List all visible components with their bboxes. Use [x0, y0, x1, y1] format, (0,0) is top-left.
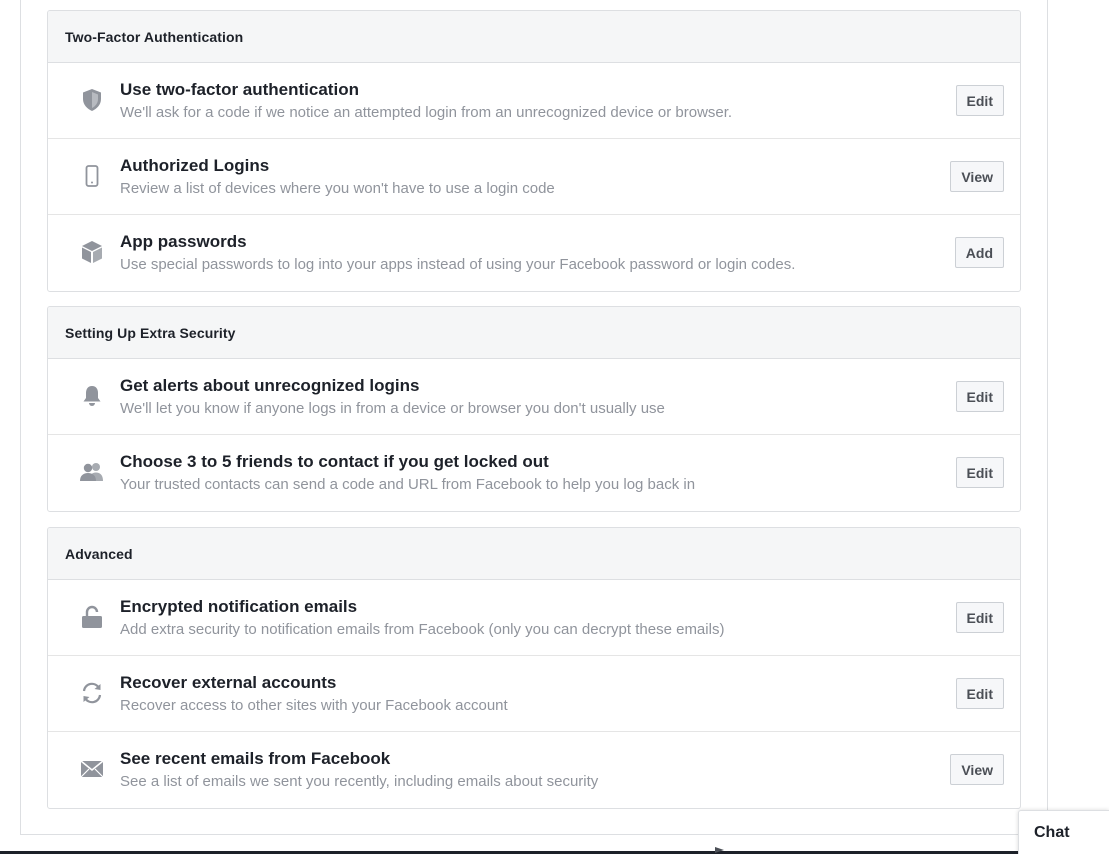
cursor-arrow-icon — [715, 847, 724, 853]
section-header: Setting Up Extra Security — [48, 307, 1020, 359]
row-description: We'll let you know if anyone logs in fro… — [120, 400, 665, 417]
row-title: Use two-factor authentication — [120, 80, 359, 99]
row-title: Authorized Logins — [120, 156, 270, 175]
row-description: See a list of emails we sent you recentl… — [120, 773, 599, 790]
row-description: Your trusted contacts can send a code an… — [120, 476, 696, 493]
row-description: Use special passwords to log into your a… — [120, 256, 796, 273]
row-description: Add extra security to notification email… — [120, 621, 725, 638]
row-title: App passwords — [120, 232, 247, 251]
edit-login-alerts-button[interactable]: Edit — [955, 381, 1004, 412]
row-title: Get alerts about unrecognized logins — [120, 376, 420, 395]
section-header: Two-Factor Authentication — [48, 11, 1020, 63]
refresh-icon — [79, 680, 105, 706]
row-authorized-logins: Authorized Logins Review a list of devic… — [48, 139, 1020, 215]
edit-two-factor-button[interactable]: Edit — [955, 85, 1004, 116]
chat-tab[interactable]: Chat — [1018, 810, 1109, 854]
row-recent-emails: See recent emails from Facebook See a li… — [48, 732, 1020, 808]
row-title: See recent emails from Facebook — [120, 749, 391, 768]
cube-icon — [79, 239, 105, 265]
bell-icon — [79, 383, 105, 409]
row-title: Recover external accounts — [120, 673, 337, 692]
row-description: Recover access to other sites with your … — [120, 697, 508, 714]
view-authorized-logins-button[interactable]: View — [950, 161, 1004, 192]
row-encrypted-emails: Encrypted notification emails Add extra … — [48, 580, 1020, 656]
row-recover-accounts: Recover external accounts Recover access… — [48, 656, 1020, 732]
edit-recover-accounts-button[interactable]: Edit — [955, 678, 1004, 709]
view-recent-emails-button[interactable]: View — [950, 754, 1004, 785]
shield-icon — [79, 87, 105, 113]
row-title: Choose 3 to 5 friends to contact if you … — [120, 452, 549, 471]
lock-icon — [79, 604, 105, 630]
section-header: Advanced — [48, 528, 1020, 580]
row-title: Encrypted notification emails — [120, 597, 358, 616]
section-advanced: Advanced Encrypted notification emails A… — [47, 527, 1021, 809]
edit-encrypted-emails-button[interactable]: Edit — [955, 602, 1004, 633]
chat-label: Chat — [1034, 823, 1070, 841]
row-app-passwords: App passwords Use special passwords to l… — [48, 215, 1020, 291]
envelope-icon — [79, 756, 105, 782]
friends-icon — [79, 459, 105, 485]
section-two-factor: Two-Factor Authentication Use two-factor… — [47, 10, 1021, 292]
add-app-password-button[interactable]: Add — [954, 237, 1004, 268]
edit-trusted-contacts-button[interactable]: Edit — [955, 457, 1004, 488]
phone-icon — [79, 163, 105, 189]
row-description: Review a list of devices where you won't… — [120, 180, 555, 197]
row-two-factor-auth: Use two-factor authentication We'll ask … — [48, 63, 1020, 139]
section-extra-security: Setting Up Extra Security Get alerts abo… — [47, 306, 1021, 512]
row-trusted-contacts: Choose 3 to 5 friends to contact if you … — [48, 435, 1020, 511]
row-description: We'll ask for a code if we notice an att… — [120, 104, 733, 121]
row-login-alerts: Get alerts about unrecognized logins We'… — [48, 359, 1020, 435]
